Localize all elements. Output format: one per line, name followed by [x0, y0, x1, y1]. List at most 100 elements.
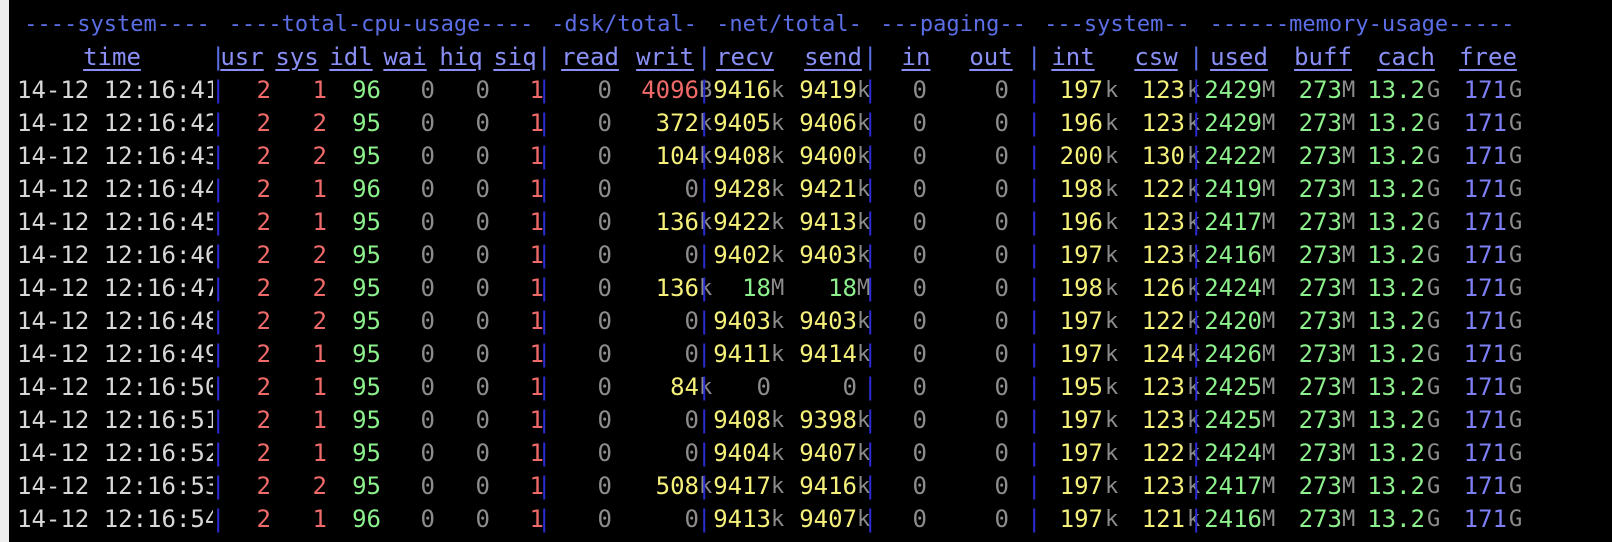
cell-time: 14-12 12:16:51 [17, 406, 213, 434]
cell-in: 0 [912, 142, 927, 170]
cell-idl: 95 [352, 109, 381, 137]
cell-time: 14-12 12:16:46 [17, 241, 213, 269]
cell-read: 0 [597, 109, 612, 137]
unit-cach: G [1427, 408, 1441, 433]
column-header-cach: cach [1377, 43, 1435, 71]
column-separator: | [537, 472, 552, 500]
cell-int: 197 [1059, 439, 1103, 467]
column-separator: | [211, 274, 226, 302]
unit-recv: k [771, 210, 785, 235]
column-separator: | [863, 472, 878, 500]
cell-recv: 9428 [713, 175, 771, 203]
cell-in: 0 [912, 241, 927, 269]
cell-out: 0 [994, 175, 1009, 203]
cell-time: 14-12 12:16:48 [17, 307, 213, 335]
column-header-time: time [83, 43, 141, 71]
cell-csw: 122 [1141, 307, 1185, 335]
cell-cach: 13.2 [1367, 406, 1425, 434]
column-separator: | [537, 142, 552, 170]
column-separator: | [537, 274, 552, 302]
cell-int: 197 [1059, 340, 1103, 368]
unit-int: k [1105, 78, 1119, 103]
cell-in: 0 [912, 208, 927, 236]
cell-free: 171 [1463, 175, 1507, 203]
cell-writ: 0 [684, 307, 699, 335]
cell-int: 197 [1059, 241, 1103, 269]
cell-buff: 273 [1298, 274, 1342, 302]
cell-usr: 2 [256, 274, 271, 302]
column-separator: | [697, 406, 712, 434]
cell-int: 197 [1059, 472, 1103, 500]
unit-free: G [1509, 177, 1523, 202]
cell-cach: 13.2 [1367, 142, 1425, 170]
terminal-window[interactable]: ----system---- ----total-cpu-usage---- -ds… [9, 0, 1612, 542]
cell-hiq: 0 [475, 439, 490, 467]
cell-csw: 123 [1141, 406, 1185, 434]
unit-cach: G [1427, 507, 1441, 532]
column-separator: | [537, 406, 552, 434]
column-separator: | [1189, 373, 1204, 401]
cell-cach: 13.2 [1367, 340, 1425, 368]
cell-recv: 9411 [713, 340, 771, 368]
cell-csw: 123 [1141, 241, 1185, 269]
cell-read: 0 [597, 307, 612, 335]
cell-wai: 0 [420, 439, 435, 467]
cell-writ: 0 [684, 439, 699, 467]
cell-csw: 123 [1141, 109, 1185, 137]
unit-int: k [1105, 375, 1119, 400]
column-separator: | [697, 43, 712, 71]
cell-used: 2420 [1204, 307, 1262, 335]
cell-usr: 2 [256, 76, 271, 104]
unit-used: M [1262, 243, 1276, 268]
cell-send: 9419 [799, 76, 857, 104]
cell-wai: 0 [420, 373, 435, 401]
column-separator: | [1027, 274, 1042, 302]
cell-usr: 2 [256, 439, 271, 467]
cell-cach: 13.2 [1367, 175, 1425, 203]
cell-in: 0 [912, 406, 927, 434]
cell-time: 14-12 12:16:50 [17, 373, 213, 401]
column-separator: | [537, 439, 552, 467]
cell-free: 171 [1463, 439, 1507, 467]
cell-csw: 124 [1141, 340, 1185, 368]
cell-int: 198 [1059, 274, 1103, 302]
cell-wai: 0 [420, 142, 435, 170]
column-separator: | [211, 142, 226, 170]
unit-buff: M [1342, 276, 1356, 301]
cell-time: 14-12 12:16:45 [17, 208, 213, 236]
cell-free: 171 [1463, 109, 1507, 137]
cell-buff: 273 [1298, 76, 1342, 104]
column-separator: | [1027, 175, 1042, 203]
cell-buff: 273 [1298, 307, 1342, 335]
cell-recv: 18 [742, 274, 771, 302]
column-header-wai: wai [383, 43, 427, 71]
cell-wai: 0 [420, 109, 435, 137]
column-separator: | [697, 307, 712, 335]
column-separator: | [537, 340, 552, 368]
column-separator: | [1027, 109, 1042, 137]
cell-buff: 273 [1298, 208, 1342, 236]
column-separator: | [537, 208, 552, 236]
cell-read: 0 [597, 274, 612, 302]
unit-recv: k [771, 342, 785, 367]
unit-used: M [1262, 309, 1276, 334]
cell-csw: 130 [1141, 142, 1185, 170]
cell-hiq: 0 [475, 340, 490, 368]
cell-read: 0 [597, 76, 612, 104]
cell-wai: 0 [420, 307, 435, 335]
unit-free: G [1509, 474, 1523, 499]
cell-sys: 1 [312, 208, 327, 236]
column-separator: | [1027, 307, 1042, 335]
group-header: ----total-cpu-usage---- [228, 12, 534, 37]
column-separator: | [1189, 241, 1204, 269]
column-separator: | [1189, 274, 1204, 302]
unit-cach: G [1427, 441, 1441, 466]
group-header: -dsk/total- [551, 12, 697, 37]
column-separator: | [697, 241, 712, 269]
unit-recv: k [771, 507, 785, 532]
unit-int: k [1105, 474, 1119, 499]
cell-sys: 2 [312, 307, 327, 335]
cell-free: 171 [1463, 241, 1507, 269]
cell-usr: 2 [256, 142, 271, 170]
unit-buff: M [1342, 210, 1356, 235]
